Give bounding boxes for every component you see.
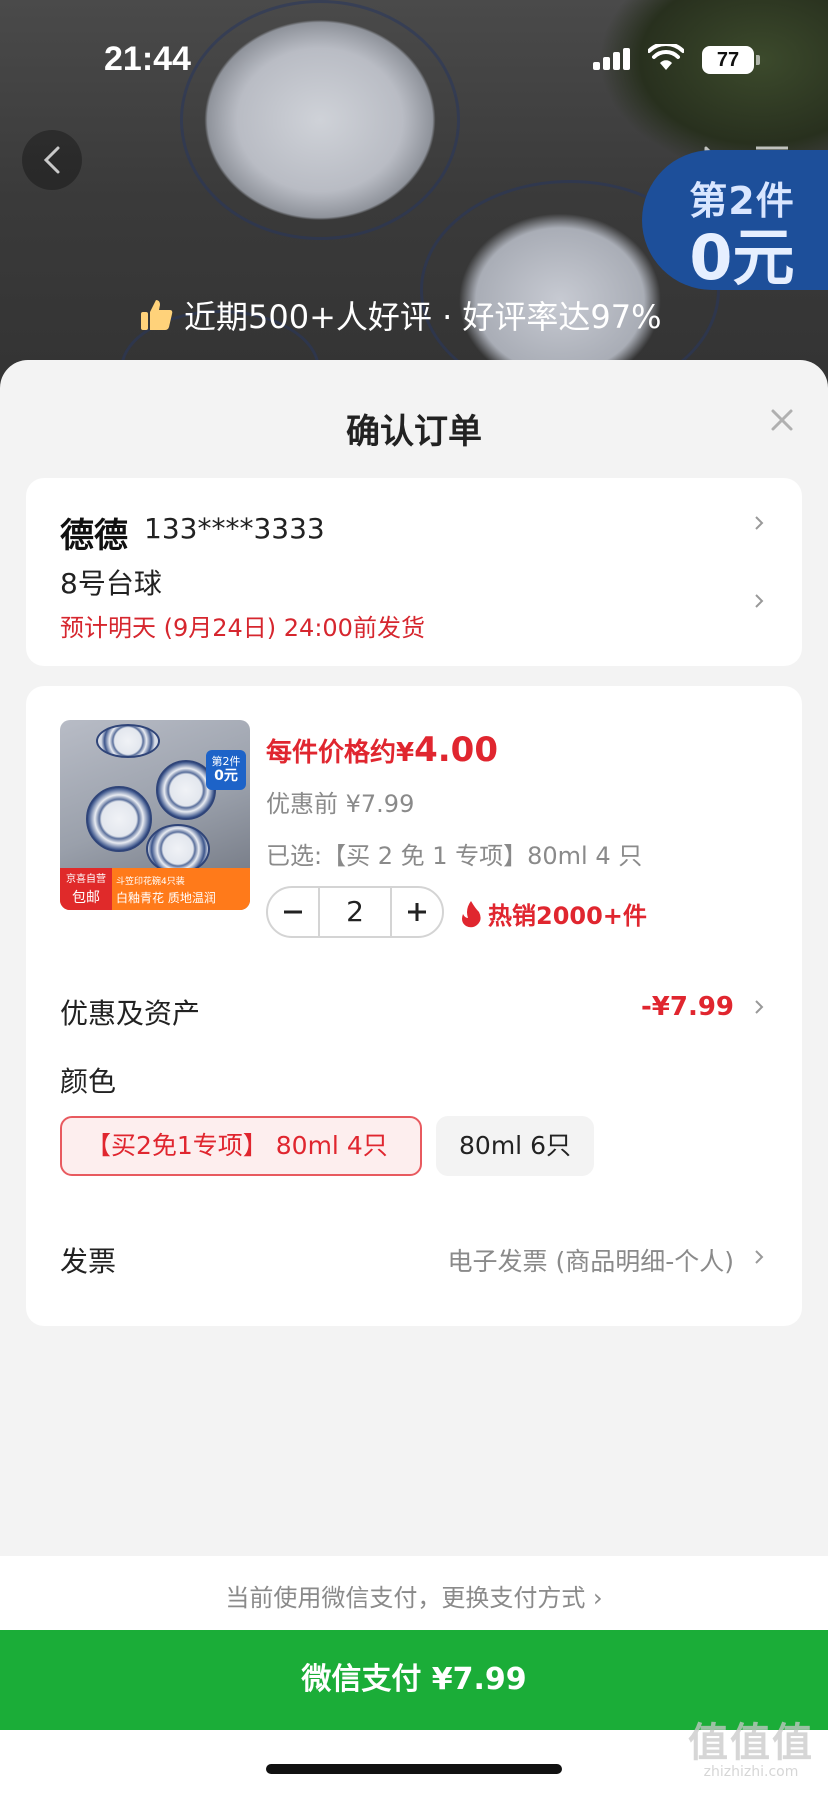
thumb-promo-badge: 第2件 0元 — [206, 750, 246, 790]
home-indicator — [266, 1764, 562, 1774]
thumb-banner-left: 京喜自营 包邮 — [60, 868, 112, 910]
bowl-image — [146, 824, 210, 874]
order-card: 第2件 0元 京喜自营 包邮 斗笠印花碗4只装 白釉青花 质地温润 每件价格约¥… — [26, 686, 802, 1326]
chevron-right-icon — [755, 594, 764, 608]
unit-price: 每件价格约¥4.00 — [266, 730, 498, 770]
discount-value: -¥7.99 — [640, 992, 734, 1022]
chevron-right-icon — [755, 1250, 764, 1264]
shipping-estimate: 预计明天 (9月24日) 24:00前发货 — [60, 614, 425, 642]
currency-symbol: ¥ — [396, 738, 415, 768]
discount-label: 优惠及资产 — [60, 997, 201, 1030]
promo-badge: 第2件 0元 — [642, 150, 828, 294]
original-price: 优惠前 ¥7.99 — [266, 790, 415, 818]
address-detail: 8号台球 — [60, 567, 162, 600]
review-text: 近期500+人好评 · 好评率达97% — [184, 298, 662, 336]
chevron-right-icon — [755, 516, 764, 530]
thumb-banner-text-bottom: 白釉青花 质地温润 — [116, 891, 216, 905]
thumb-banner-left-top: 京喜自营 — [66, 874, 106, 885]
chevron-right-icon — [755, 1000, 764, 1014]
color-option-selected[interactable]: 【买2免1专项】 80ml 4只 — [60, 1116, 422, 1176]
unit-price-value: 4.00 — [414, 730, 498, 770]
promo-badge-line1: 第2件 — [689, 179, 795, 223]
thumb-badge-bottom: 0元 — [214, 768, 238, 784]
status-time: 21:44 — [104, 40, 191, 78]
recipient-phone: 133****3333 — [144, 512, 325, 545]
review-summary: 近期500+人好评 · 好评率达97% — [140, 292, 740, 338]
unit-price-label: 每件价格约 — [266, 738, 397, 768]
plus-icon — [408, 903, 426, 921]
thumb-badge-top: 第2件 — [211, 755, 241, 768]
decrease-button[interactable] — [268, 888, 318, 936]
bowl-image — [96, 724, 160, 758]
wifi-icon — [647, 41, 685, 76]
cellular-signal-icon — [593, 48, 633, 70]
close-icon — [771, 409, 793, 431]
invoice-value: 电子发票 (商品明细-个人) — [447, 1247, 734, 1276]
color-option[interactable]: 80ml 6只 — [436, 1116, 594, 1176]
hot-sales-tag: 热销2000+件 — [460, 896, 647, 931]
selected-spec: 已选:【买 2 免 1 专项】80ml 4 只 — [266, 842, 643, 870]
status-bar: 21:44 77 — [0, 0, 828, 120]
bowl-image — [86, 786, 152, 852]
quantity-stepper: 2 — [266, 886, 444, 938]
close-button[interactable] — [766, 404, 798, 436]
promo-badge-line2: 0元 — [689, 221, 795, 294]
chevron-left-icon — [43, 146, 60, 174]
minus-icon — [284, 910, 302, 914]
thumb-banner-left-bottom: 包邮 — [72, 890, 100, 906]
battery-indicator: 77 — [702, 46, 760, 74]
increase-button[interactable] — [392, 888, 442, 936]
sheet-title: 确认订单 — [346, 412, 482, 452]
thumb-banner-text: 斗笠印花碗4只装 白釉青花 质地温润 — [116, 874, 216, 906]
flame-icon — [462, 900, 481, 927]
thumb-banner-text-top: 斗笠印花碗4只装 — [116, 877, 185, 887]
product-thumbnail[interactable]: 第2件 0元 京喜自营 包邮 斗笠印花碗4只装 白釉青花 质地温润 — [60, 720, 250, 910]
invoice-label: 发票 — [60, 1245, 117, 1278]
watermark-logo-text: 值值值 — [688, 1720, 814, 1766]
hot-sales-text: 热销2000+件 — [488, 902, 647, 930]
quantity-value[interactable]: 2 — [318, 888, 392, 936]
watermark: 值值值 zhizhizhi.com — [676, 1710, 826, 1780]
recipient-name: 德德 — [60, 516, 128, 556]
thumbs-up-icon — [141, 300, 173, 330]
color-label: 颜色 — [60, 1065, 117, 1098]
change-payment-method-link[interactable]: 当前使用微信支付，更换支付方式 › — [0, 1578, 828, 1613]
back-button[interactable] — [22, 130, 82, 190]
address-card[interactable]: 德德 133****3333 8号台球 预计明天 (9月24日) 24:00前发… — [26, 478, 802, 666]
